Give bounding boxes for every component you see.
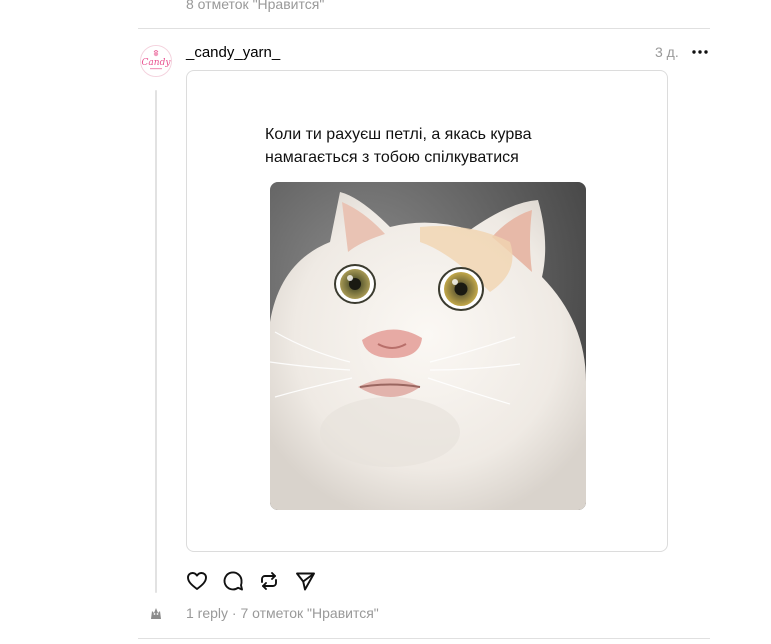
thread-feed: 8 отметок "Нравится" Candy _candy_yarn_ … (0, 0, 771, 644)
post-divider (138, 638, 710, 639)
comment-button[interactable] (222, 570, 244, 592)
stats-separator: · (231, 605, 237, 621)
candy-yarn-logo: Candy (141, 46, 171, 76)
avatar-logo-text: Candy (142, 58, 171, 68)
repost-button[interactable] (258, 570, 280, 592)
paper-plane-icon (296, 572, 315, 591)
post-stats: 1 reply · 7 отметок "Нравится" (186, 605, 379, 621)
like-count[interactable]: 7 отметок "Нравится" (240, 605, 378, 621)
heart-icon (187, 572, 207, 590)
username[interactable]: _candy_yarn_ (186, 44, 280, 61)
avatar[interactable]: Candy (140, 45, 172, 77)
more-horizontal-icon[interactable] (690, 44, 710, 60)
post-divider (138, 28, 710, 29)
previous-post-likes[interactable]: 8 отметок "Нравится" (186, 0, 324, 12)
share-button[interactable] (294, 570, 316, 592)
meme-caption-line: Коли ти рахуєш петлі, а якась курва (265, 126, 532, 143)
like-button[interactable] (186, 570, 208, 592)
repost-icon (261, 572, 277, 590)
thread-line (155, 90, 157, 593)
reply-avatar[interactable] (149, 606, 163, 620)
reply-count[interactable]: 1 reply (186, 605, 228, 621)
post-media[interactable]: Коли ти рахуєш петлі, а якась курва нама… (186, 70, 668, 552)
cat-photo (270, 182, 586, 510)
speech-bubble-icon (223, 571, 243, 591)
post-timestamp[interactable]: 3 д. (655, 44, 679, 60)
meme-caption-line: намагається з тобою спілкуватися (265, 149, 519, 166)
meme-caption: Коли ти рахуєш петлі, а якась курва нама… (265, 123, 605, 169)
